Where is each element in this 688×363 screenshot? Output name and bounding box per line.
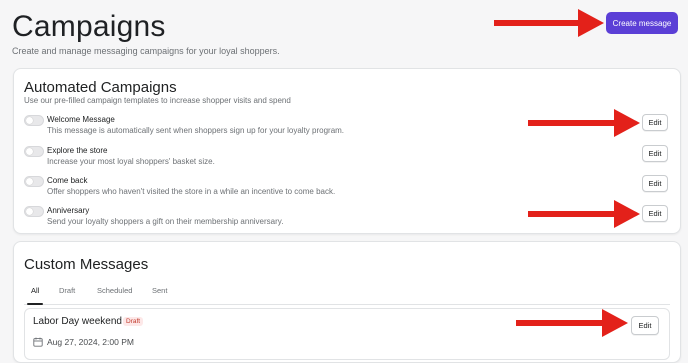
annotation-arrow [516,309,628,337]
status-badge: Draft [123,317,144,326]
campaign-name: Explore the store [47,146,108,155]
edit-button[interactable]: Edit [642,175,668,192]
page-subtitle: Create and manage messaging campaigns fo… [12,46,280,56]
custom-messages-card: Custom Messages All Draft Scheduled Sent… [13,241,681,363]
campaign-name: Come back [47,176,88,185]
message-tabs: All Draft Scheduled Sent [24,286,670,305]
toggle-switch[interactable] [24,206,44,217]
toggle-switch[interactable] [24,115,44,126]
tab-sent[interactable]: Sent [152,286,167,303]
campaign-description: Increase your most loyal shoppers' baske… [47,157,215,166]
automated-campaigns-title: Automated Campaigns [24,79,177,96]
annotation-arrow [494,9,604,37]
annotation-arrow [528,200,640,228]
create-message-button[interactable]: Create message [606,12,678,34]
edit-button[interactable]: Edit [642,145,668,162]
campaign-row-explore: Explore the store Increase your most loy… [14,143,680,173]
campaign-name: Welcome Message [47,115,115,124]
campaign-row-come-back: Come back Offer shoppers who haven't vis… [14,173,680,203]
edit-button[interactable]: Edit [631,316,659,335]
automated-campaigns-description: Use our pre-filled campaign templates to… [24,96,291,105]
tab-draft[interactable]: Draft [59,286,75,303]
toggle-switch[interactable] [24,176,44,187]
page-title: Campaigns [12,10,166,43]
message-date: Aug 27, 2024, 2:00 PM [47,337,134,347]
edit-button[interactable]: Edit [642,114,668,131]
annotation-arrow [528,109,640,137]
custom-messages-title: Custom Messages [24,256,149,273]
tab-all[interactable]: All [26,286,44,305]
toggle-switch[interactable] [24,146,44,157]
campaign-name: Anniversary [47,206,90,215]
campaign-description: This message is automatically sent when … [47,126,345,135]
message-title: Labor Day weekend [33,316,122,327]
campaign-description: Offer shoppers who haven't visited the s… [47,187,336,196]
calendar-icon [33,337,43,347]
edit-button[interactable]: Edit [642,205,668,222]
campaign-description: Send your loyalty shoppers a gift on the… [47,217,284,226]
tab-scheduled[interactable]: Scheduled [97,286,132,303]
